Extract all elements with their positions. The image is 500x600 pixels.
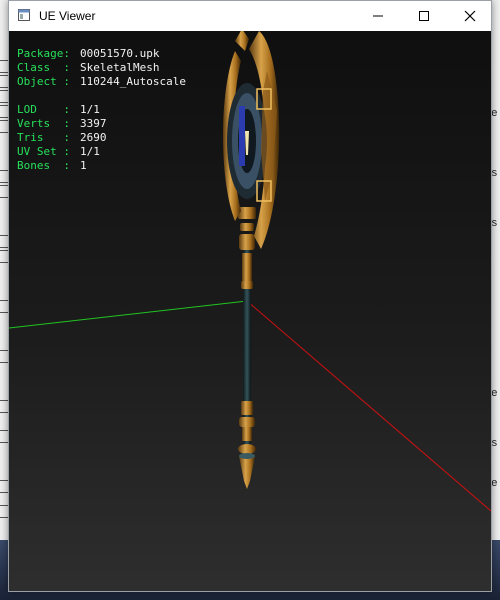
y-axis-line [9, 300, 248, 329]
minimize-icon [373, 15, 383, 17]
close-icon [464, 10, 476, 22]
tris-value: 2690 [80, 131, 107, 144]
class-value: SkeletalMesh [80, 61, 160, 74]
minimize-button[interactable] [355, 1, 401, 31]
bones-value: 1 [80, 159, 87, 172]
background-text: e [491, 108, 498, 120]
ue-viewer-window: UE Viewer Package: 00051570.upk Class: … [8, 0, 492, 592]
lod-value: 1/1 [80, 103, 100, 116]
tris-label: Tris : [17, 131, 70, 144]
x-axis-line [246, 300, 491, 512]
background-text: s [491, 168, 498, 180]
window-title: UE Viewer [39, 9, 96, 23]
verts-label: Verts : [17, 117, 70, 130]
uvset-value: 1/1 [80, 145, 100, 158]
maximize-icon [419, 11, 429, 21]
background-text: s [491, 218, 498, 230]
app-window-icon [18, 9, 30, 21]
background-text: s [491, 438, 498, 450]
title-bar[interactable]: UE Viewer [9, 1, 491, 31]
class-label: Class : [17, 61, 70, 74]
skeletal-mesh-model [223, 31, 280, 489]
bones-label: Bones : [17, 159, 70, 172]
background-window-right [491, 0, 500, 600]
lod-label: LOD : [17, 103, 70, 116]
verts-value: 3397 [80, 117, 107, 130]
object-label: Object : [17, 75, 70, 88]
package-label: Package: [17, 47, 70, 60]
background-text: e [491, 478, 498, 490]
3d-viewport[interactable]: Package: 00051570.upk Class : SkeletalMesh… [9, 31, 491, 591]
background-text: e [491, 388, 498, 400]
object-value: 110244_Autoscale [80, 75, 186, 88]
package-value: 00051570.upk [80, 47, 160, 60]
maximize-button[interactable] [401, 1, 447, 31]
uvset-label: UV Set : [17, 145, 70, 158]
close-button[interactable] [447, 1, 493, 31]
mesh-info-panel: Package: 00051570.upk Class : SkeletalMesh… [17, 47, 186, 173]
